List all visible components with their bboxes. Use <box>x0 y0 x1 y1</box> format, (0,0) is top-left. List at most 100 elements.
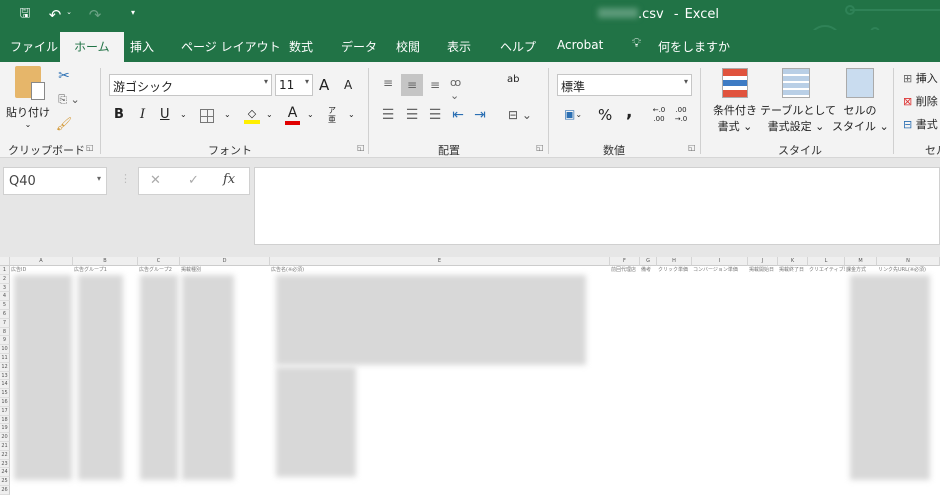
header-cell[interactable]: 備考 <box>640 266 657 275</box>
header-cell[interactable]: 掲載終了日 <box>778 266 808 275</box>
chevron-down-icon[interactable]: ⌄ <box>348 110 355 119</box>
tab-acrobat[interactable]: Acrobat <box>557 38 603 52</box>
tab-insert[interactable]: 挿入 <box>130 38 154 55</box>
insert-function-button[interactable]: fx <box>223 172 235 187</box>
tab-file[interactable]: ファイル <box>10 38 58 55</box>
row-header[interactable]: 4 <box>0 292 10 302</box>
column-header-N[interactable]: N <box>877 257 940 266</box>
row-header[interactable]: 26 <box>0 486 10 495</box>
row-header[interactable]: 9 <box>0 336 10 346</box>
tell-me-search[interactable]: 何をしますか <box>658 38 730 55</box>
header-cell[interactable]: リンク先URL(※必須) <box>877 266 940 275</box>
row-header[interactable]: 2 <box>0 274 10 284</box>
header-cell[interactable]: コンバージョン単価 <box>692 266 748 275</box>
column-header-D[interactable]: D <box>180 257 270 266</box>
cell-styles-button[interactable]: セルの スタイル ⌄ <box>832 68 889 134</box>
column-header-E[interactable]: E <box>270 257 610 266</box>
column-header-J[interactable]: J <box>748 257 778 266</box>
column-header-K[interactable]: K <box>778 257 808 266</box>
row-header[interactable]: 12 <box>0 362 10 372</box>
dialog-launcher-icon[interactable]: ◱ <box>688 143 696 152</box>
row-header[interactable]: 16 <box>0 398 10 407</box>
header-cell[interactable]: 広告名(※必須) <box>270 266 610 275</box>
grip-icon[interactable]: ⋮ <box>120 172 131 185</box>
row-header[interactable]: 20 <box>0 433 10 442</box>
row-header[interactable]: 22 <box>0 450 10 460</box>
row-header[interactable]: 1 <box>0 266 10 275</box>
row-header[interactable]: 18 <box>0 415 10 425</box>
align-bottom-icon[interactable]: ≡ <box>428 78 442 92</box>
dialog-launcher-icon[interactable]: ◱ <box>86 143 94 152</box>
conditional-formatting-button[interactable]: 条件付き 書式 ⌄ <box>708 68 762 134</box>
worksheet-grid[interactable]: A 広告ID B 広告グループ1 C 広告グループ2 D 掲載種別 E 広告名(※必須) F 前回代理… <box>0 257 940 495</box>
row-header[interactable]: 8 <box>0 327 10 337</box>
align-top-icon[interactable]: ≡ <box>380 76 396 90</box>
grow-font-button[interactable]: A <box>319 76 329 94</box>
row-header[interactable]: 11 <box>0 354 10 363</box>
tab-page-layout[interactable]: ページ レイアウト <box>181 38 281 55</box>
fill-color-icon[interactable]: ◇ <box>244 106 260 124</box>
format-as-table-button[interactable]: テーブルとして 書式設定 ⌄ <box>760 68 836 134</box>
bold-button[interactable]: B <box>114 107 124 122</box>
row-header[interactable]: 21 <box>0 442 10 451</box>
align-center-icon[interactable]: ☰ <box>404 107 420 123</box>
wrap-text-button[interactable]: ab <box>507 74 519 85</box>
delete-cells-button[interactable]: ⊠ 削除 <box>903 93 938 109</box>
tab-review[interactable]: 校閲 <box>396 38 420 55</box>
formula-input[interactable] <box>254 167 940 245</box>
row-header[interactable]: 19 <box>0 424 10 434</box>
row-header[interactable]: 3 <box>0 283 10 293</box>
font-color-button[interactable]: A <box>285 105 300 125</box>
enter-button[interactable]: ✓ <box>188 173 199 188</box>
tab-view[interactable]: 表示 <box>447 38 471 55</box>
align-middle-icon[interactable]: ≡ <box>401 74 423 96</box>
cut-icon[interactable]: ✂ <box>56 68 72 84</box>
row-header[interactable]: 25 <box>0 477 10 486</box>
row-header[interactable]: 13 <box>0 371 10 381</box>
header-cell[interactable]: クリック単価 <box>657 266 692 275</box>
dialog-launcher-icon[interactable]: ◱ <box>357 143 365 152</box>
tab-formulas[interactable]: 数式 <box>289 38 313 55</box>
increase-indent-icon[interactable]: ⇥ <box>472 107 488 123</box>
orientation-icon[interactable]: ꝏ ⌄ <box>450 76 472 102</box>
insert-cells-button[interactable]: ⊞ 挿入 <box>903 70 938 86</box>
customize-qat-icon[interactable]: ▾ <box>128 8 138 17</box>
name-box[interactable]: Q40 ▾ <box>3 167 107 195</box>
column-header-G[interactable]: G <box>640 257 657 266</box>
chevron-down-icon[interactable]: ⌄ <box>224 110 231 119</box>
undo-dropdown-icon[interactable]: ⌄ <box>65 8 73 16</box>
currency-icon[interactable]: ▣ ⌄ <box>558 107 588 121</box>
column-header-L[interactable]: L <box>808 257 845 266</box>
chevron-down-icon[interactable]: ⌄ <box>307 110 314 119</box>
redo-icon[interactable]: ↷ <box>86 6 104 24</box>
column-header-M[interactable]: M <box>845 257 877 266</box>
row-header[interactable]: 23 <box>0 459 10 469</box>
header-cell[interactable]: 広告グループ2 <box>138 266 180 275</box>
increase-decimal-button[interactable]: ←.0 .00 <box>650 106 668 124</box>
cancel-button[interactable]: ✕ <box>150 173 161 188</box>
column-header-A[interactable]: A <box>10 257 73 266</box>
column-header-H[interactable]: H <box>657 257 692 266</box>
borders-icon[interactable] <box>200 109 214 123</box>
row-header[interactable]: 17 <box>0 406 10 416</box>
row-header[interactable]: 24 <box>0 468 10 478</box>
chevron-down-icon[interactable]: ⌄ <box>180 110 187 119</box>
number-format-select[interactable]: 標準 ▾ <box>557 74 692 96</box>
italic-button[interactable]: I <box>140 107 145 122</box>
tab-data[interactable]: データ <box>341 38 377 55</box>
header-cell[interactable]: 掲載種別 <box>180 266 270 275</box>
paste-button[interactable]: 貼り付け ⌄ <box>6 66 50 129</box>
percent-button[interactable]: % <box>598 106 612 124</box>
save-icon[interactable]: 🖫 <box>16 6 34 24</box>
column-header-C[interactable]: C <box>138 257 180 266</box>
underline-button[interactable]: U <box>160 107 170 122</box>
merge-center-icon[interactable]: ⊟ ⌄ <box>505 108 535 122</box>
undo-icon[interactable]: ↶ <box>46 6 64 24</box>
font-name-select[interactable]: 游ゴシック ▾ <box>109 74 272 96</box>
header-cell[interactable]: 掲載開始日 <box>748 266 778 275</box>
header-cell[interactable]: クリエイティブ単価 <box>808 266 845 275</box>
chevron-down-icon[interactable]: ⌄ <box>266 110 273 119</box>
dialog-launcher-icon[interactable]: ◱ <box>536 143 544 152</box>
shrink-font-button[interactable]: A <box>344 78 352 92</box>
row-header[interactable]: 6 <box>0 310 10 319</box>
